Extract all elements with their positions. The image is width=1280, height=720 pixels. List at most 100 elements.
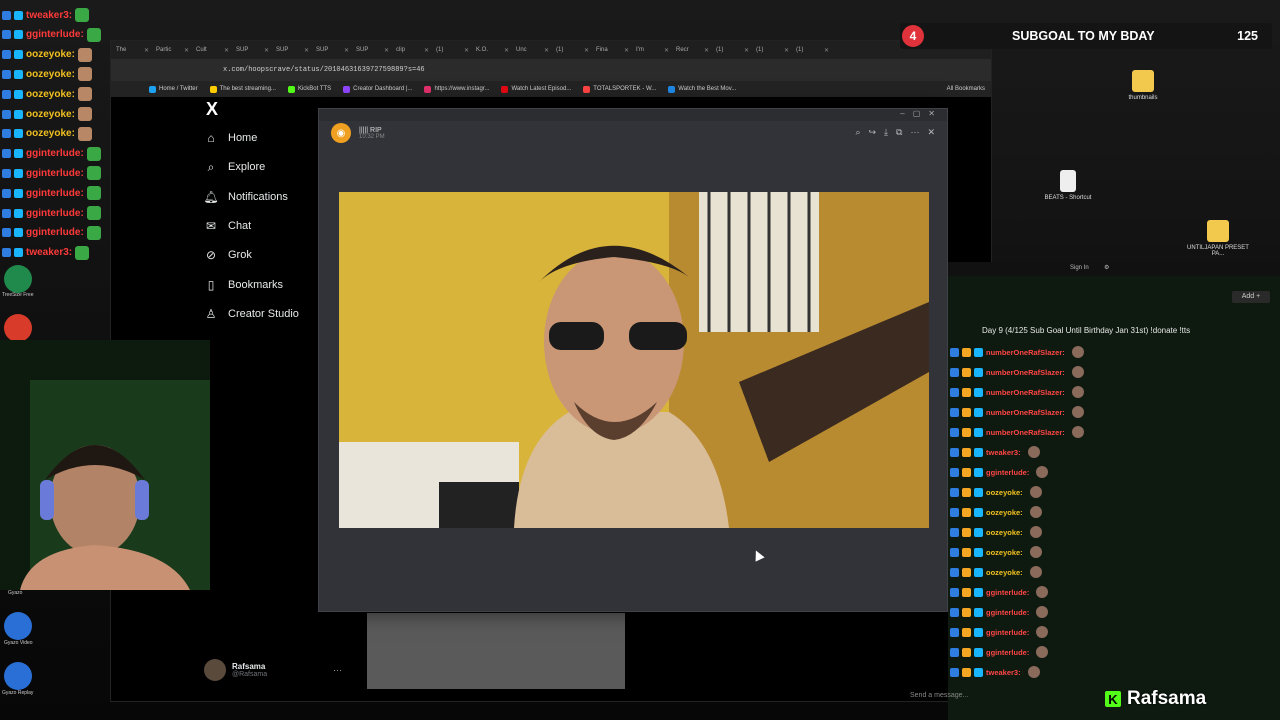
desktop-folder-preset[interactable]: UNTILJAPAN PRESET PA...: [1183, 220, 1253, 257]
browser-tab[interactable]: (1) ✕: [753, 43, 791, 57]
browser-tab[interactable]: I'm ✕: [633, 43, 671, 57]
nav-item-chat[interactable]: ✉ Chat: [204, 219, 251, 233]
emote-icon: [1071, 366, 1084, 378]
chat-username[interactable]: gginterlude:: [986, 588, 1029, 597]
chat-username[interactable]: oozeyoke:: [986, 548, 1023, 557]
nav-item-bookmarks[interactable]: ▯ Bookmarks: [204, 278, 283, 292]
bookmark-item[interactable]: TOTALSPORTEK - W...: [583, 85, 656, 93]
app-icon[interactable]: [4, 314, 32, 342]
browser-tab[interactable]: (1) ✕: [713, 43, 751, 57]
nav-item-creator-studio[interactable]: ♙ Creator Studio: [204, 307, 299, 321]
chat-username[interactable]: oozeyoke:: [986, 528, 1023, 537]
sign-in-link[interactable]: Sign In: [1070, 265, 1089, 271]
browser-tab[interactable]: Unc ✕: [513, 43, 551, 57]
close-icon[interactable]: ✕: [927, 127, 935, 138]
more-icon[interactable]: ···: [333, 665, 342, 675]
close-tab-icon[interactable]: ✕: [264, 47, 271, 54]
bookmark-item[interactable]: Watch the Best Mov...: [668, 85, 736, 93]
browser-tab[interactable]: Recr ✕: [673, 43, 711, 57]
bookmark-item[interactable]: KickBot TTS: [287, 85, 331, 93]
browser-tab[interactable]: Partic ✕: [153, 43, 191, 57]
browser-tab[interactable]: SUP ✕: [313, 43, 351, 57]
nav-item-explore[interactable]: ⌕ Explore: [204, 160, 266, 174]
add-button[interactable]: Add +: [1232, 291, 1270, 303]
chat-username[interactable]: gginterlude:: [986, 648, 1029, 657]
badge-icon: [974, 667, 983, 677]
close-tab-icon[interactable]: ✕: [504, 47, 511, 54]
chat-username[interactable]: oozeyoke:: [986, 508, 1023, 517]
close-tab-icon[interactable]: ✕: [424, 47, 431, 54]
forward-icon[interactable]: ↪: [868, 127, 876, 138]
chat-username[interactable]: oozeyoke:: [986, 488, 1023, 497]
x-logo[interactable]: X: [206, 99, 218, 120]
badge-icon: [2, 89, 11, 99]
browser-tab[interactable]: Cult ✕: [193, 43, 231, 57]
chat-username[interactable]: oozeyoke:: [986, 568, 1023, 577]
treesize-icon[interactable]: [4, 265, 32, 293]
nav-item-notifications[interactable]: 🔔︎ Notifications: [203, 190, 288, 204]
chat-username[interactable]: numberOneRafSlazer:: [986, 408, 1065, 417]
profile-button[interactable]: Rafsama @Rafsama ···: [204, 659, 342, 681]
close-tab-icon[interactable]: ✕: [664, 47, 671, 54]
video-frame[interactable]: [339, 192, 929, 528]
chat-username[interactable]: numberOneRafSlazer:: [986, 388, 1065, 397]
close-tab-icon[interactable]: ✕: [384, 47, 391, 54]
close-tab-icon[interactable]: ✕: [344, 47, 351, 54]
browser-tab[interactable]: SUP ✕: [353, 43, 391, 57]
overlay-username: gginterlude:: [26, 227, 84, 239]
chat-username[interactable]: gginterlude:: [986, 468, 1029, 477]
browser-tab[interactable]: (1) ✕: [553, 43, 591, 57]
desktop-folder-thumbnails[interactable]: thumbnails: [1108, 70, 1178, 101]
badge-icon: [14, 109, 23, 119]
chat-username[interactable]: numberOneRafSlazer:: [986, 348, 1065, 357]
close-tab-icon[interactable]: ✕: [624, 47, 631, 54]
nav-item-home[interactable]: ⌂ Home: [204, 131, 257, 145]
bookmark-item[interactable]: Home / Twitter: [149, 85, 198, 93]
chat-username[interactable]: gginterlude:: [986, 628, 1029, 637]
close-tab-icon[interactable]: ✕: [184, 47, 191, 54]
browser-tab[interactable]: K.O. ✕: [473, 43, 511, 57]
desktop-shortcut-beats[interactable]: BEATS - Shortcut: [1033, 170, 1103, 201]
overlay-chat-message: tweaker3:: [2, 6, 90, 24]
chat-username[interactable]: gginterlude:: [986, 608, 1029, 617]
zoom-icon[interactable]: ⌕: [855, 127, 860, 138]
chat-username[interactable]: numberOneRafSlazer:: [986, 368, 1065, 377]
gyazo-replay-icon[interactable]: [4, 662, 32, 690]
close-tab-icon[interactable]: ✕: [144, 47, 151, 54]
bookmark-item[interactable]: Watch Latest Episod...: [501, 85, 571, 93]
nav-item-grok[interactable]: ⊘ Grok: [204, 248, 252, 262]
url-text[interactable]: x.com/hoopscrave/status/2010463163972759…: [223, 66, 425, 74]
gear-icon[interactable]: ⚙: [1104, 264, 1109, 271]
more-icon[interactable]: ···: [910, 127, 919, 138]
badge-icon: [950, 667, 959, 677]
browser-tab[interactable]: SUP ✕: [233, 43, 271, 57]
download-icon[interactable]: ⤓: [884, 127, 888, 138]
bookmark-item[interactable]: https://www.instagr...: [424, 85, 489, 93]
browser-tab[interactable]: (1) ✕: [433, 43, 471, 57]
browser-tab[interactable]: The ✕: [113, 43, 151, 57]
close-tab-icon[interactable]: ✕: [784, 47, 791, 54]
close-tab-icon[interactable]: ✕: [704, 47, 711, 54]
close-tab-icon[interactable]: ✕: [224, 47, 231, 54]
browser-tab[interactable]: Fina ✕: [593, 43, 631, 57]
gyazo-video-icon[interactable]: [4, 612, 32, 640]
chat-username[interactable]: tweaker3:: [986, 668, 1021, 677]
chat-username[interactable]: tweaker3:: [986, 448, 1021, 457]
browser-tab[interactable]: clip ✕: [393, 43, 431, 57]
bookmark-item[interactable]: Creator Dashboard |...: [343, 85, 412, 93]
browser-tab[interactable]: SUP ✕: [273, 43, 311, 57]
tweet-image[interactable]: [367, 613, 625, 689]
all-bookmarks[interactable]: All Bookmarks: [947, 86, 985, 92]
open-external-icon[interactable]: ⧉: [896, 127, 902, 138]
close-tab-icon[interactable]: ✕: [304, 47, 311, 54]
window-controls[interactable]: –▢✕: [900, 109, 943, 118]
address-bar[interactable]: x.com/hoopscrave/status/2010463163972759…: [111, 59, 991, 81]
bookmark-item[interactable]: The best streaming...: [209, 85, 276, 93]
close-tab-icon[interactable]: ✕: [744, 47, 751, 54]
close-tab-icon[interactable]: ✕: [544, 47, 551, 54]
close-tab-icon[interactable]: ✕: [824, 47, 831, 54]
close-tab-icon[interactable]: ✕: [464, 47, 471, 54]
close-tab-icon[interactable]: ✕: [584, 47, 591, 54]
browser-tab[interactable]: (1) ✕: [793, 43, 831, 57]
chat-username[interactable]: numberOneRafSlazer:: [986, 428, 1065, 437]
